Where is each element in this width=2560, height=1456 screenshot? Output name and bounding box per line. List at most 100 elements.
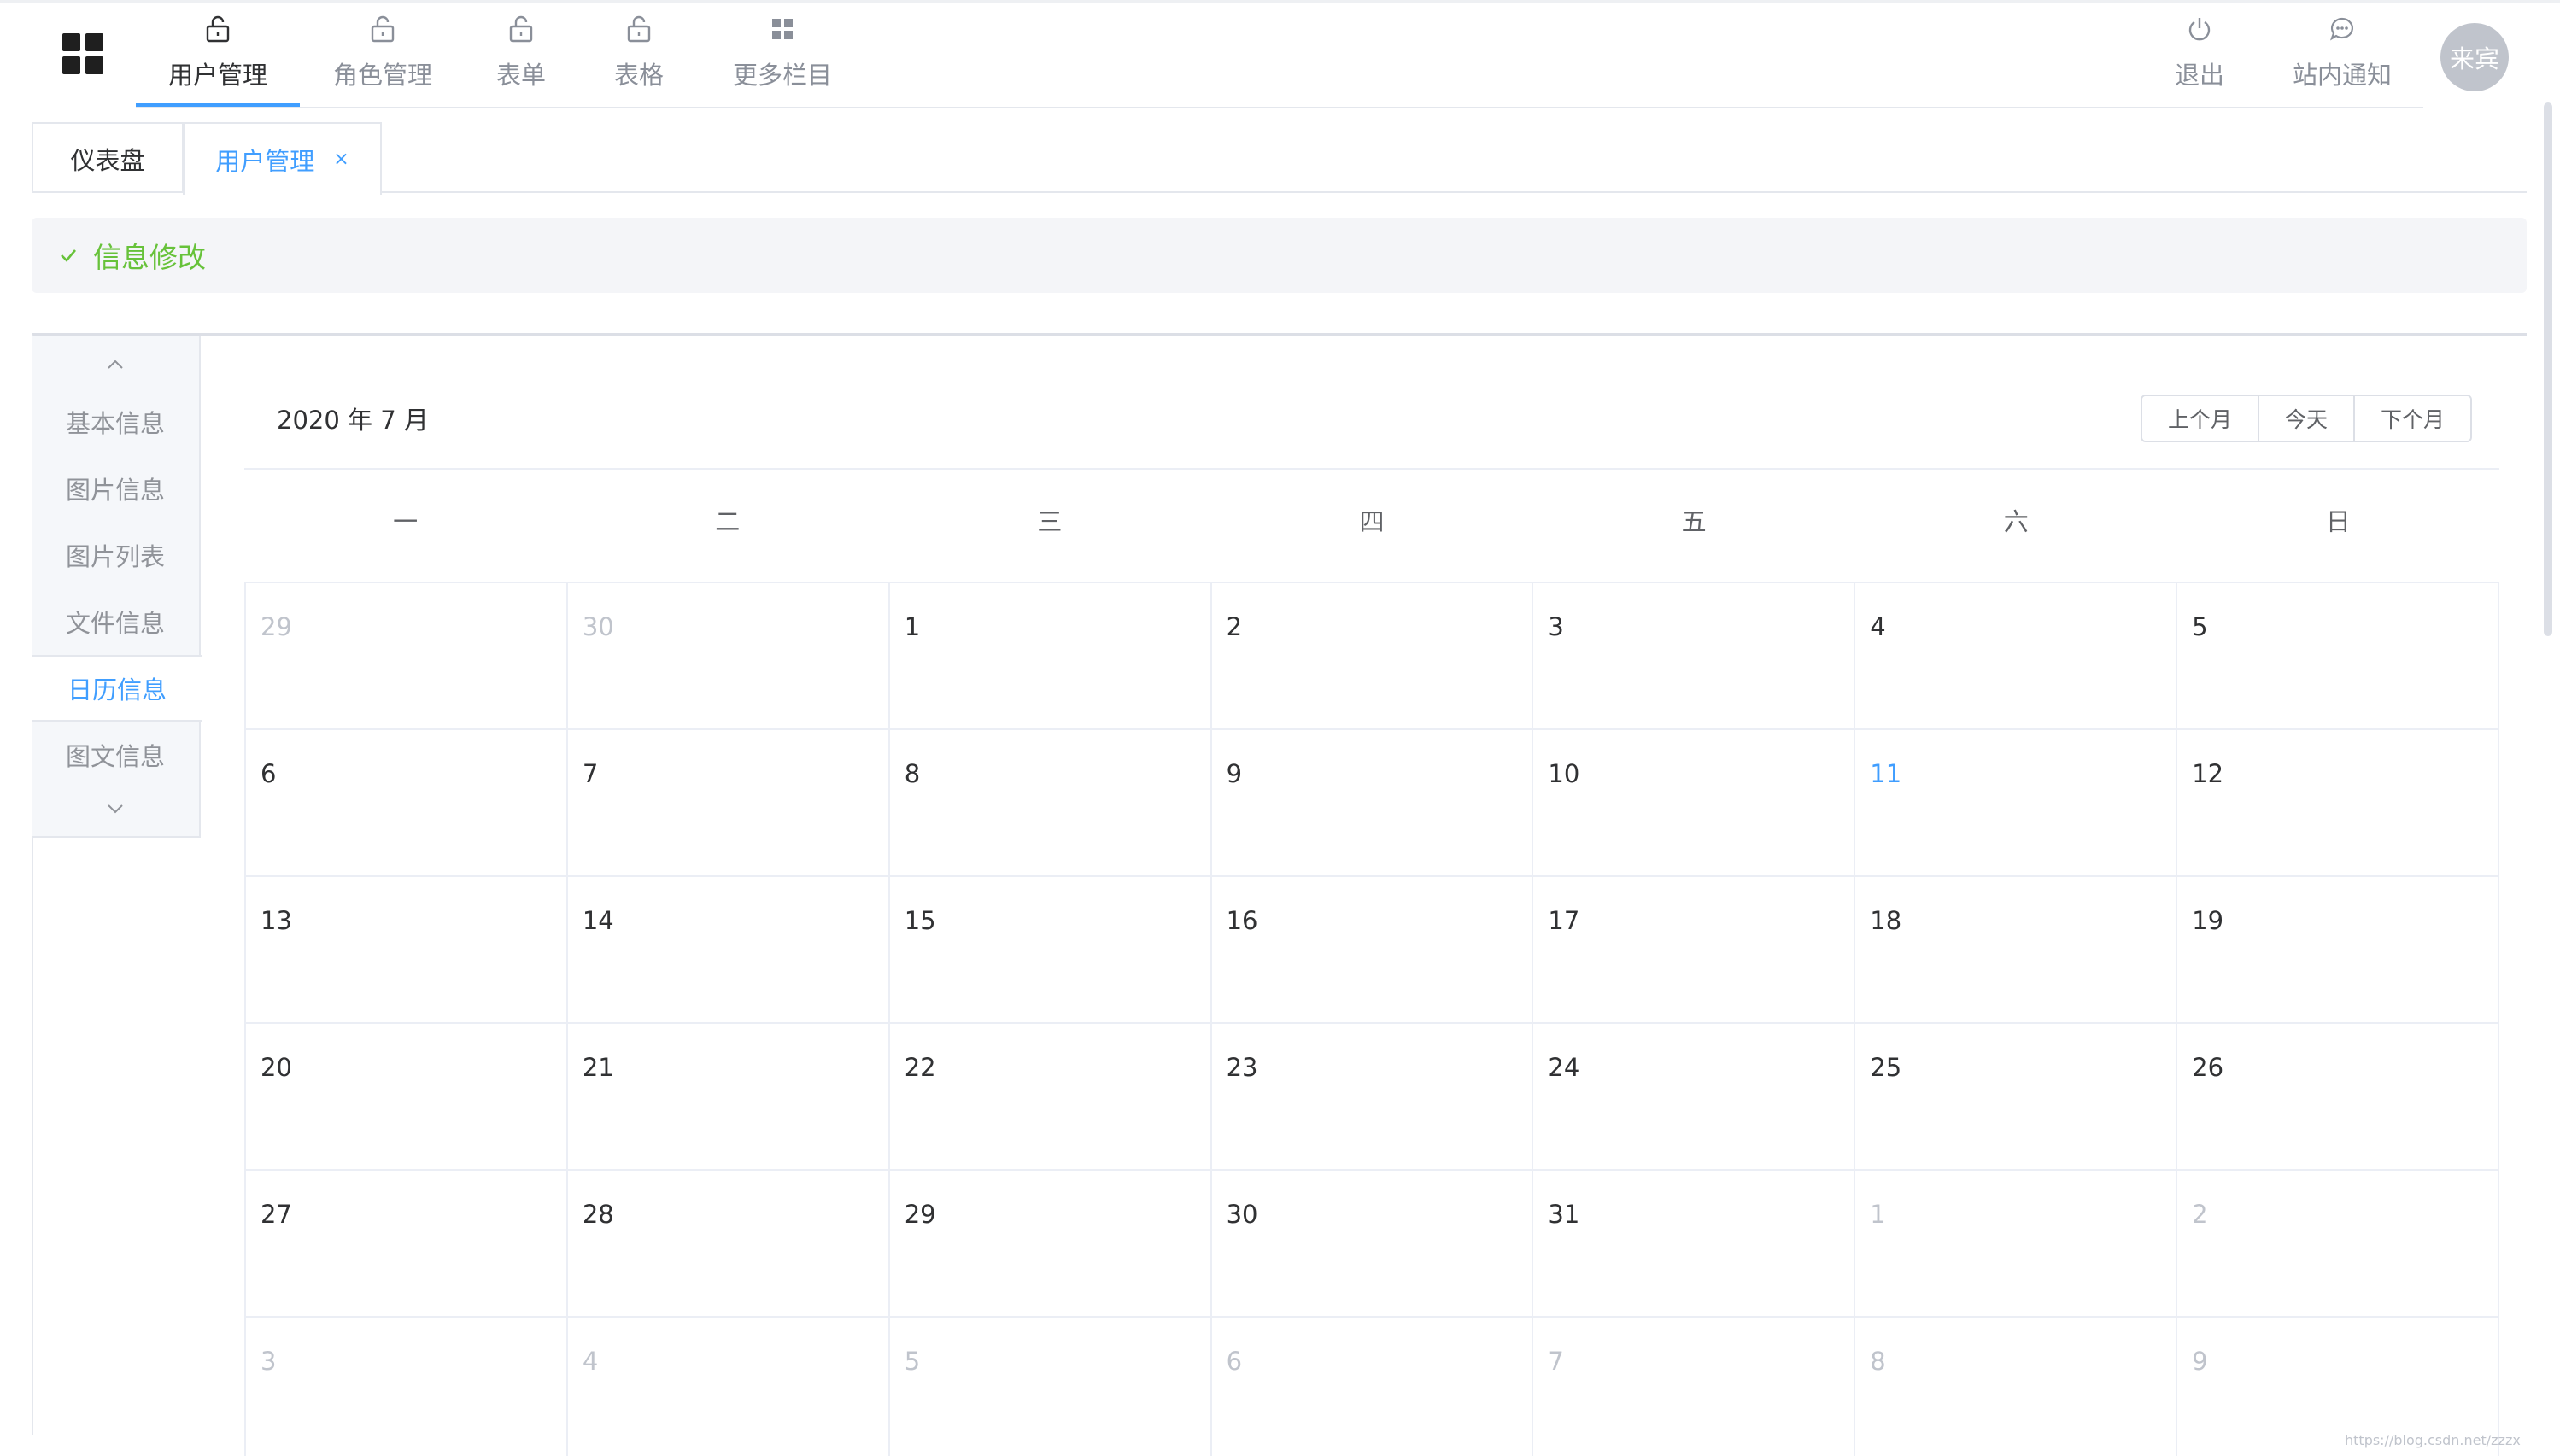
calendar-day[interactable]: 23: [1211, 1024, 1534, 1171]
nav-label: 表格: [613, 61, 664, 90]
calendar-day[interactable]: 20: [246, 1024, 568, 1171]
calendar-day[interactable]: 9: [1211, 730, 1534, 877]
weekday-label: 六: [2003, 507, 2029, 536]
calendar-day[interactable]: 5: [890, 1318, 1212, 1456]
calendar-day[interactable]: 6: [1212, 1318, 1534, 1456]
calendar-day[interactable]: 30: [567, 583, 890, 730]
prev-month-button[interactable]: 上个月: [2142, 396, 2260, 441]
nav-item-form[interactable]: 表单: [495, 9, 547, 107]
calendar-day-today[interactable]: 11: [1855, 730, 2178, 877]
page-tabs: 仪表盘 用户管理 ×: [32, 122, 2527, 195]
calendar-day[interactable]: 29: [246, 583, 568, 730]
nav-label: 角色管理: [332, 61, 432, 90]
calendar-day[interactable]: 3: [1533, 583, 1856, 730]
next-month-button[interactable]: 下个月: [2355, 396, 2471, 441]
nav-label: 表单: [495, 61, 546, 90]
calendar-title: 2020 年 7 月: [277, 406, 429, 435]
nav-item-role-management[interactable]: 角色管理: [331, 9, 434, 107]
calendar-day[interactable]: 16: [1211, 877, 1534, 1024]
side-item-image-info[interactable]: 图片信息: [32, 455, 199, 522]
weekday-label: 三: [1037, 507, 1063, 536]
close-icon[interactable]: ×: [333, 149, 349, 170]
weekday-label: 五: [1681, 507, 1707, 536]
calendar-day[interactable]: 17: [1533, 877, 1856, 1024]
power-icon: [2184, 13, 2215, 45]
calendar-day[interactable]: 7: [567, 730, 890, 877]
alert-title: 信息修改: [93, 241, 206, 274]
calendar-day[interactable]: 31: [1533, 1171, 1856, 1318]
calendar-day[interactable]: 29: [889, 1171, 1212, 1318]
calendar-day[interactable]: 15: [889, 877, 1212, 1024]
calendar-day[interactable]: 19: [2177, 877, 2499, 1024]
grid-icon: [767, 13, 798, 45]
calendar-day[interactable]: 4: [568, 1318, 890, 1456]
calendar-day[interactable]: 13: [246, 877, 568, 1024]
side-item-file-info[interactable]: 文件信息: [32, 588, 199, 655]
weekday-label: 二: [715, 507, 741, 536]
top-navigation: 用户管理 角色管理 表单 表格 更多栏目 退出 站内通知 来宾: [0, 0, 2560, 108]
weekday-label: 一: [393, 507, 419, 536]
calendar-day[interactable]: 1: [889, 583, 1212, 730]
lock-icon: [624, 13, 654, 45]
tab-user-management[interactable]: 用户管理 ×: [183, 122, 382, 195]
calendar-day[interactable]: 7: [1533, 1318, 1856, 1456]
calendar-day[interactable]: 27: [246, 1171, 568, 1318]
scroll-up-button[interactable]: [32, 346, 199, 383]
lock-icon: [367, 13, 398, 45]
weekday-label: 四: [1359, 507, 1385, 536]
nav-label: 更多栏目: [732, 61, 832, 90]
calendar-day[interactable]: 26: [2177, 1024, 2499, 1171]
side-item-basic-info[interactable]: 基本信息: [32, 389, 199, 455]
side-item-calendar-info[interactable]: 日历信息: [32, 655, 202, 722]
calendar-day[interactable]: 30: [1211, 1171, 1534, 1318]
calendar-day[interactable]: 5: [2177, 583, 2499, 730]
weekday-header: 一二三四五六日: [244, 498, 2499, 546]
chevron-down-icon: [108, 804, 123, 814]
nav-item-more[interactable]: 更多栏目: [732, 9, 833, 107]
calendar-day[interactable]: 6: [246, 730, 568, 877]
nav-label: 用户管理: [167, 61, 267, 90]
logout-label: 退出: [2174, 61, 2224, 90]
tab-label: 用户管理: [215, 146, 315, 176]
calendar-day[interactable]: 1: [1855, 1171, 2178, 1318]
calendar-grid: 29 30 1 2 3 4 5 6 7 8 9 10 11 12 13 14 15 16 17 18 19 20 21 22 2…: [244, 582, 2499, 1456]
logout-button[interactable]: 退出: [2174, 9, 2225, 107]
calendar-day[interactable]: 2: [1211, 583, 1534, 730]
calendar-day[interactable]: 24: [1533, 1024, 1856, 1171]
calendar-day[interactable]: 2: [2177, 1171, 2499, 1318]
calendar-day[interactable]: 4: [1855, 583, 2178, 730]
calendar-divider: [244, 468, 2499, 470]
side-item-image-text-info[interactable]: 图文信息: [32, 722, 199, 788]
lock-icon: [506, 13, 536, 45]
side-item-image-list[interactable]: 图片列表: [32, 522, 199, 588]
tab-label: 仪表盘: [70, 145, 145, 175]
notice-button[interactable]: 站内通知: [2291, 9, 2393, 107]
calendar-day[interactable]: 25: [1855, 1024, 2178, 1171]
today-button[interactable]: 今天: [2259, 396, 2356, 441]
nav-divider: [136, 107, 2423, 108]
info-alert: 信息修改: [32, 218, 2527, 293]
calendar-day[interactable]: 14: [567, 877, 890, 1024]
calendar-day[interactable]: 8: [1855, 1318, 2178, 1456]
tab-dashboard[interactable]: 仪表盘: [32, 122, 184, 193]
nav-item-table[interactable]: 表格: [613, 9, 665, 107]
calendar-day[interactable]: 3: [246, 1318, 568, 1456]
calendar-day[interactable]: 8: [889, 730, 1212, 877]
chevron-up-icon: [108, 360, 123, 369]
scroll-down-button[interactable]: [32, 790, 199, 827]
calendar-day[interactable]: 22: [889, 1024, 1212, 1171]
nav-item-user-management[interactable]: 用户管理: [136, 9, 300, 108]
calendar-day[interactable]: 21: [567, 1024, 890, 1171]
page-scrollbar[interactable]: [2544, 102, 2552, 636]
app-logo-icon[interactable]: [62, 33, 103, 74]
lock-icon: [202, 13, 233, 45]
calendar-day[interactable]: 12: [2177, 730, 2499, 877]
notice-label: 站内通知: [2292, 61, 2392, 90]
avatar[interactable]: 来宾: [2440, 23, 2509, 91]
calendar-day[interactable]: 10: [1533, 730, 1856, 877]
calendar-button-group: 上个月 今天 下个月: [2141, 395, 2473, 442]
chat-icon: [2327, 13, 2358, 45]
check-icon: [61, 249, 76, 262]
calendar-day[interactable]: 18: [1855, 877, 2178, 1024]
calendar-day[interactable]: 28: [567, 1171, 890, 1318]
